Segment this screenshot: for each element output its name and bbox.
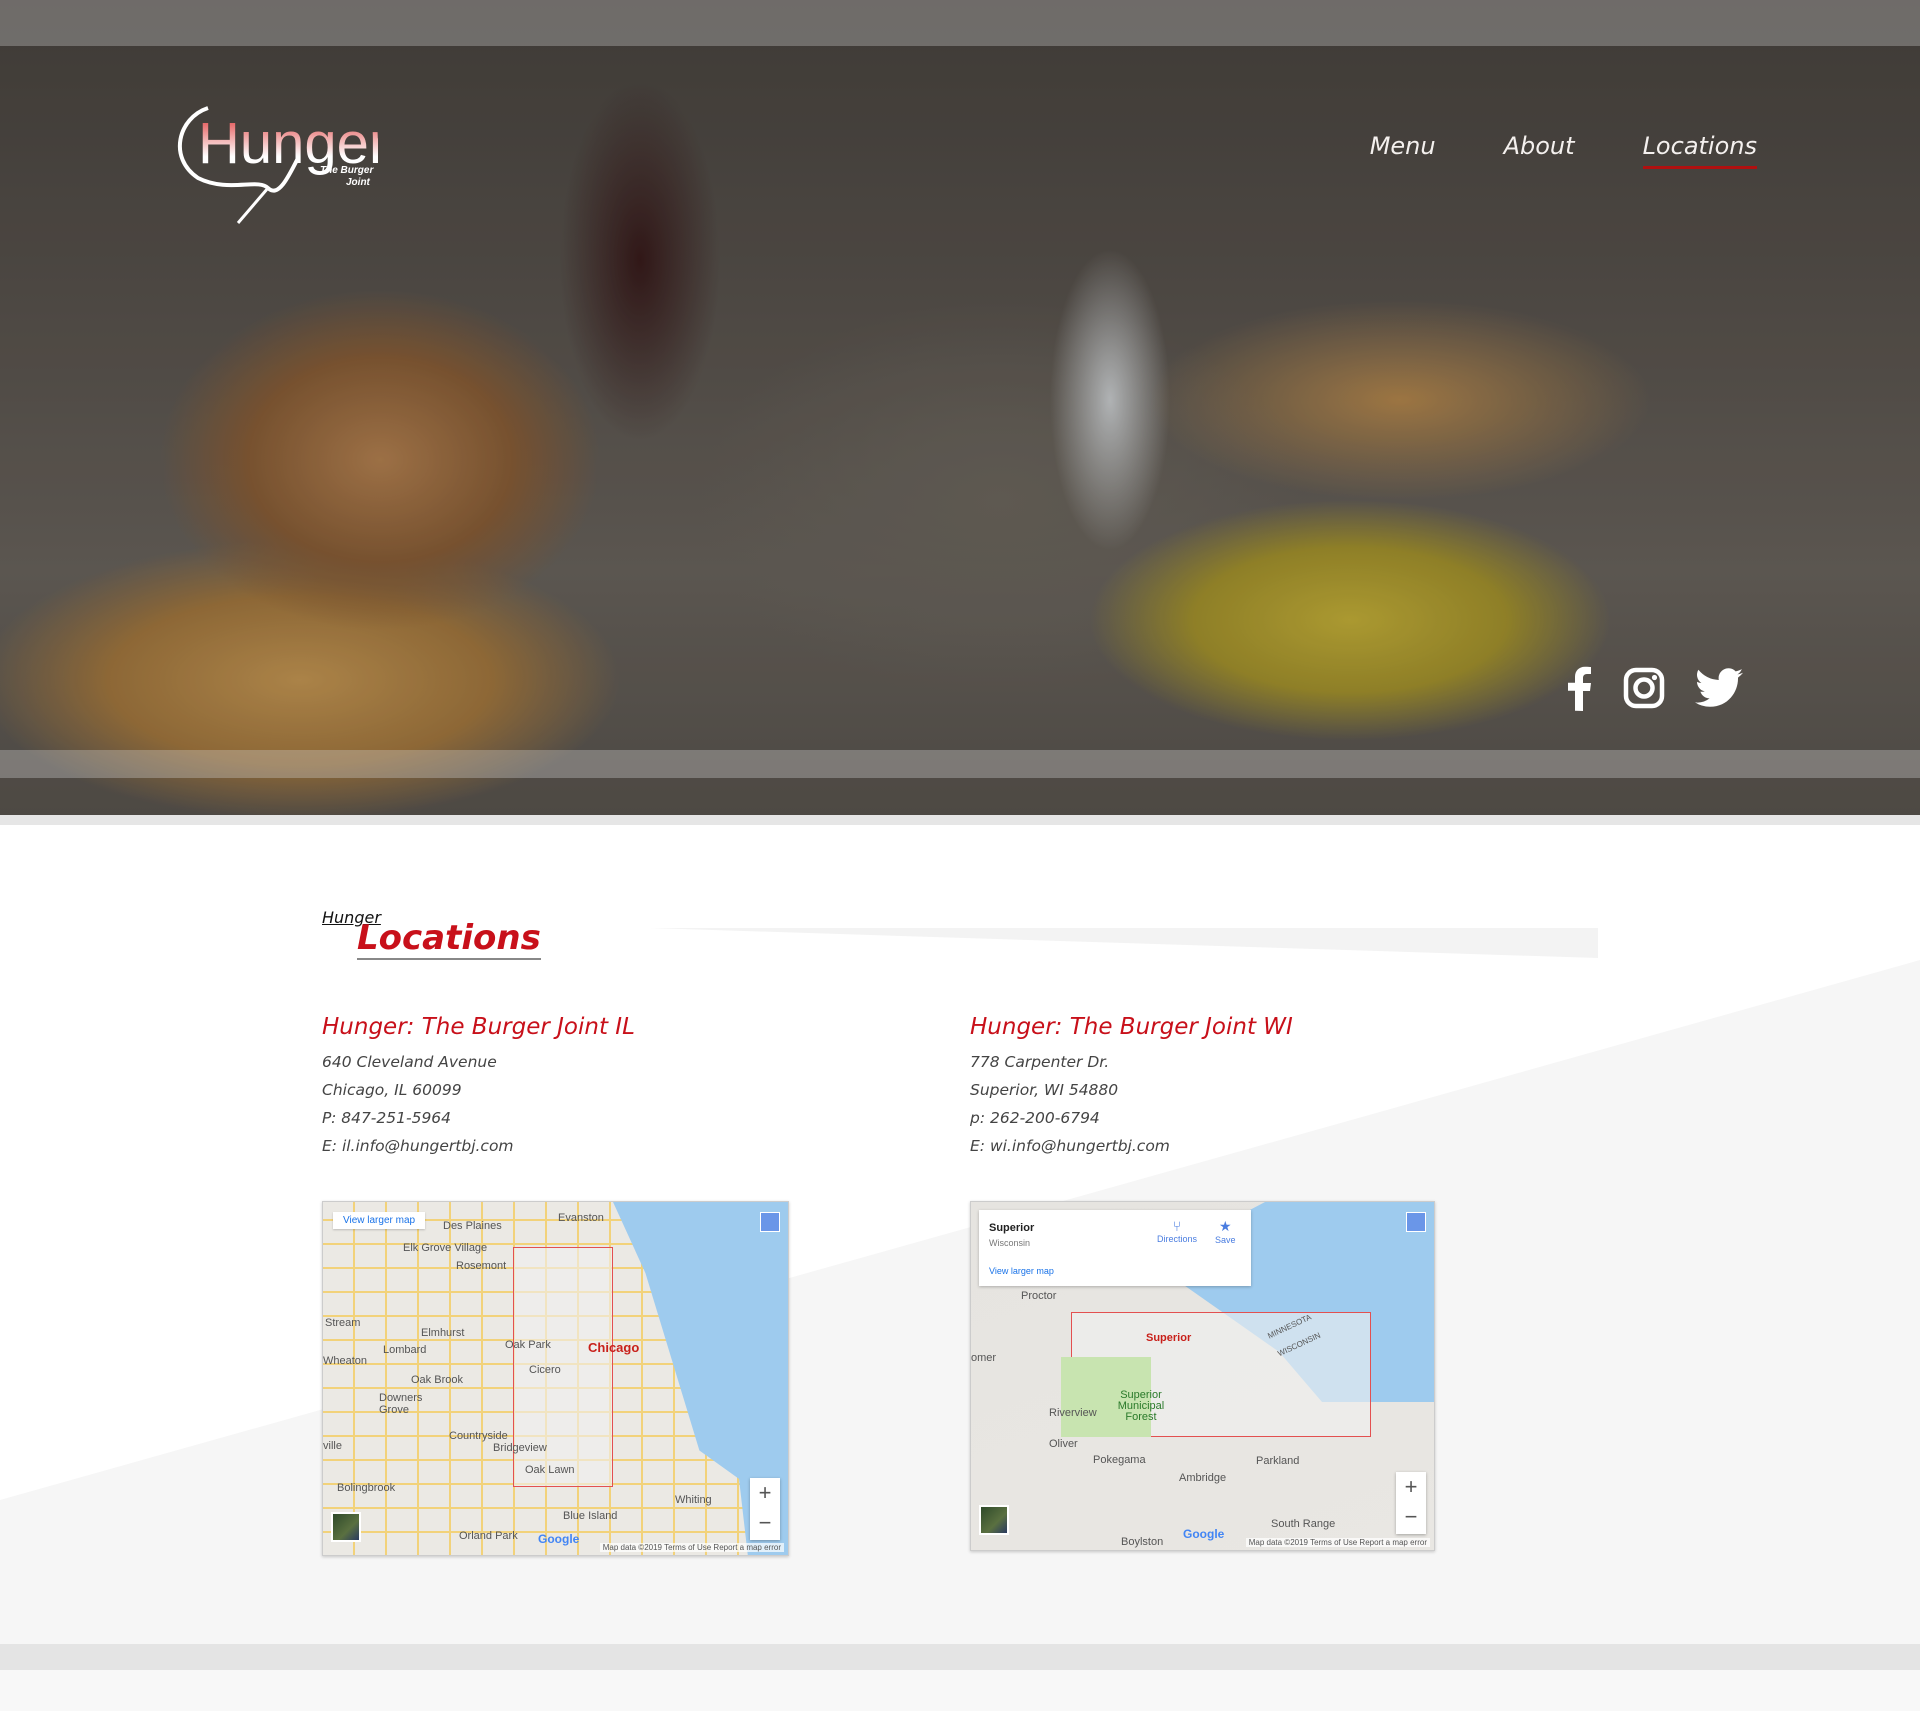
map-label: Wheaton [323, 1355, 368, 1367]
star-icon: ★ [1218, 1218, 1232, 1234]
title-swoosh [650, 928, 1598, 958]
street-view-icon[interactable] [760, 1212, 780, 1232]
map-label: Stream [325, 1317, 361, 1329]
logo-tagline: Joint [346, 177, 371, 188]
map-label: Oak Brook [411, 1374, 463, 1386]
google-logo: Google [538, 1532, 580, 1546]
map-label: omer [971, 1352, 997, 1364]
location-city: Chicago, IL 60099 [322, 1081, 462, 1099]
map-label: Countryside [449, 1430, 508, 1442]
logo[interactable]: Hunger The Burger Joint [168, 88, 388, 228]
map-attribution: Map data ©2019 Terms of Use Report a map… [599, 1543, 784, 1552]
place-card: Superior Wisconsin View larger map ⑂ Dire… [979, 1210, 1251, 1286]
map-label: Lombard [383, 1344, 427, 1356]
map-label: Pokegama [1093, 1454, 1146, 1466]
location-street: 640 Cleveland Avenue [322, 1053, 497, 1071]
satellite-toggle[interactable] [331, 1512, 361, 1542]
location-street: 778 Carpenter Dr. [970, 1053, 1110, 1071]
facebook-icon[interactable] [1565, 665, 1593, 715]
location-il: Hunger: The Burger Joint IL 640 Clevelan… [322, 1014, 635, 1160]
location-name: Hunger: The Burger Joint IL [322, 1014, 635, 1040]
hero-bottom-band [0, 750, 1920, 778]
save-button[interactable]: ★ Save [1215, 1218, 1236, 1245]
place-region: Wisconsin [989, 1238, 1031, 1248]
place-name: Superior [989, 1222, 1035, 1234]
directions-label: Directions [1157, 1234, 1198, 1244]
zoom-out-button[interactable]: − [1396, 1502, 1426, 1532]
map-label: Bolingbrook [337, 1482, 396, 1494]
zoom-in-button[interactable]: + [1396, 1472, 1426, 1502]
location-email: E: il.info@hungertbj.com [322, 1137, 514, 1155]
map-city-label: Superior [1146, 1332, 1192, 1344]
map-label: Riverview [1049, 1407, 1097, 1419]
map-label: Orland Park [459, 1530, 518, 1542]
map-label: Proctor [1021, 1290, 1057, 1302]
location-phone: P: 847-251-5964 [322, 1109, 452, 1127]
map-label: Bridgeview [493, 1442, 547, 1454]
map-label: Oliver [1049, 1438, 1078, 1450]
zoom-out-button[interactable]: − [750, 1508, 780, 1538]
social-links [1565, 665, 1743, 715]
location-wi: Hunger: The Burger Joint WI 778 Carpente… [970, 1014, 1293, 1160]
logo-tagline: The Burger [320, 165, 374, 176]
nav-menu[interactable]: Menu [1370, 132, 1436, 169]
hero-top-band [0, 0, 1920, 46]
twitter-icon[interactable] [1695, 668, 1743, 712]
map-il[interactable]: Chicago Evanston Des Plaines Elk Grove V… [322, 1201, 789, 1556]
view-larger-map-link[interactable]: View larger map [989, 1266, 1054, 1276]
directions-button[interactable]: ⑂ Directions [1157, 1218, 1197, 1244]
hero-banner: Hunger The Burger Joint Menu About Locat… [0, 0, 1920, 815]
map-label: Blue Island [563, 1510, 618, 1522]
map-label: Elmhurst [421, 1327, 465, 1339]
location-name: Hunger: The Burger Joint WI [970, 1014, 1293, 1040]
map-attribution: Map data ©2019 Terms of Use Report a map… [1245, 1538, 1430, 1547]
instagram-icon[interactable] [1623, 667, 1665, 713]
main-nav: Menu About Locations [1370, 132, 1757, 169]
directions-icon: ⑂ [1172, 1218, 1182, 1234]
map-zoom-control[interactable]: + − [750, 1478, 780, 1540]
map-label: Cicero [529, 1364, 561, 1376]
nav-locations[interactable]: Locations [1642, 132, 1757, 169]
map-label: Oak Park [505, 1339, 551, 1351]
nav-about[interactable]: About [1504, 132, 1575, 169]
location-city: Superior, WI 54880 [970, 1081, 1119, 1099]
map-label: Superior Municipal Forest [1117, 1389, 1165, 1423]
footer-band [0, 1644, 1920, 1670]
map-zoom-control[interactable]: + − [1396, 1472, 1426, 1534]
map-label: Ambridge [1179, 1472, 1227, 1484]
map-label: ville [323, 1440, 342, 1452]
map-wi[interactable]: Superior Proctor omer Riverview Superior… [970, 1201, 1435, 1551]
section-title: Locations [357, 918, 541, 960]
footer [0, 1670, 1920, 1711]
section-title-text: Locations [357, 918, 541, 960]
location-email: E: wi.info@hungertbj.com [970, 1137, 1170, 1155]
map-label: Boylston [1121, 1536, 1164, 1548]
location-phone: p: 262-200-6794 [970, 1109, 1100, 1127]
map-label: Whiting [675, 1494, 712, 1506]
map-label: Evanston [558, 1212, 604, 1224]
map-city-label: Chicago [588, 1340, 640, 1355]
map-label: Des Plaines [443, 1220, 502, 1232]
hero-divider [0, 815, 1920, 825]
save-label: Save [1215, 1235, 1236, 1245]
street-view-icon[interactable] [1406, 1212, 1426, 1232]
satellite-toggle[interactable] [979, 1505, 1009, 1535]
zoom-in-button[interactable]: + [750, 1478, 780, 1508]
map-label: Downers Grove [379, 1392, 423, 1416]
map-label: Oak Lawn [525, 1464, 575, 1476]
view-larger-map-link[interactable]: View larger map [333, 1212, 426, 1229]
map-label: Elk Grove Village [403, 1242, 488, 1254]
map-label: Rosemont [456, 1260, 507, 1272]
background-diagonal [0, 960, 1920, 1650]
google-logo: Google [1183, 1527, 1225, 1541]
map-label: Parkland [1256, 1455, 1300, 1467]
map-label: South Range [1271, 1518, 1336, 1530]
